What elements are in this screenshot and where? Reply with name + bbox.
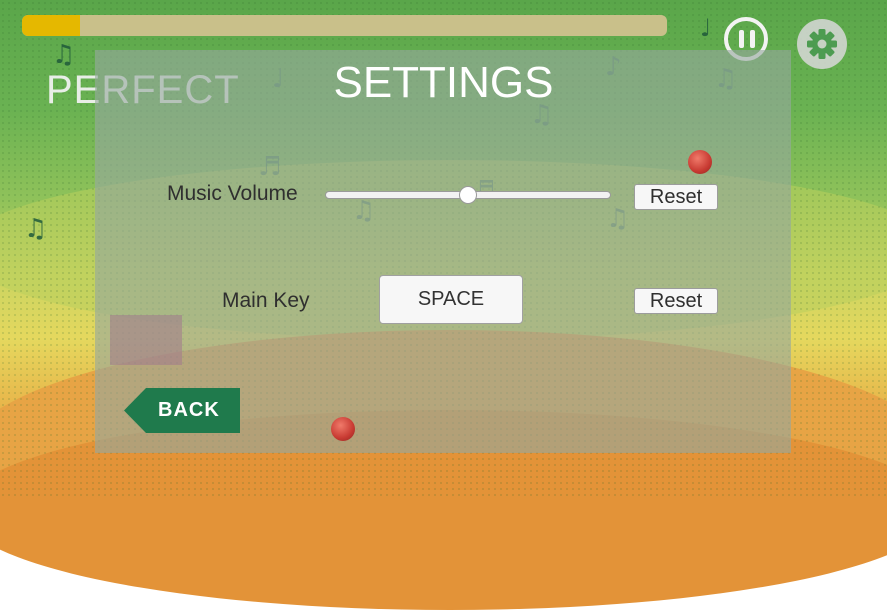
music-volume-slider-handle[interactable] (459, 186, 477, 204)
background-block (110, 315, 182, 365)
music-volume-label: Music Volume (167, 182, 298, 205)
main-key-label: Main Key (222, 289, 310, 312)
main-key-button[interactable]: SPACE (379, 275, 523, 324)
music-volume-reset-button[interactable]: Reset (634, 184, 718, 210)
music-note-icon: ♫ (24, 214, 48, 244)
settings-title: SETTINGS (333, 58, 554, 107)
red-ball (688, 150, 712, 174)
song-progress-fill (22, 15, 81, 36)
main-key-reset-button[interactable]: Reset (634, 288, 718, 314)
red-ball (331, 417, 355, 441)
song-progress-bar (22, 15, 667, 36)
pause-icon-bar (750, 30, 755, 48)
back-button-label[interactable]: BACK (158, 399, 220, 422)
music-note-icon: ♩ (700, 14, 712, 42)
pause-icon (739, 30, 744, 48)
